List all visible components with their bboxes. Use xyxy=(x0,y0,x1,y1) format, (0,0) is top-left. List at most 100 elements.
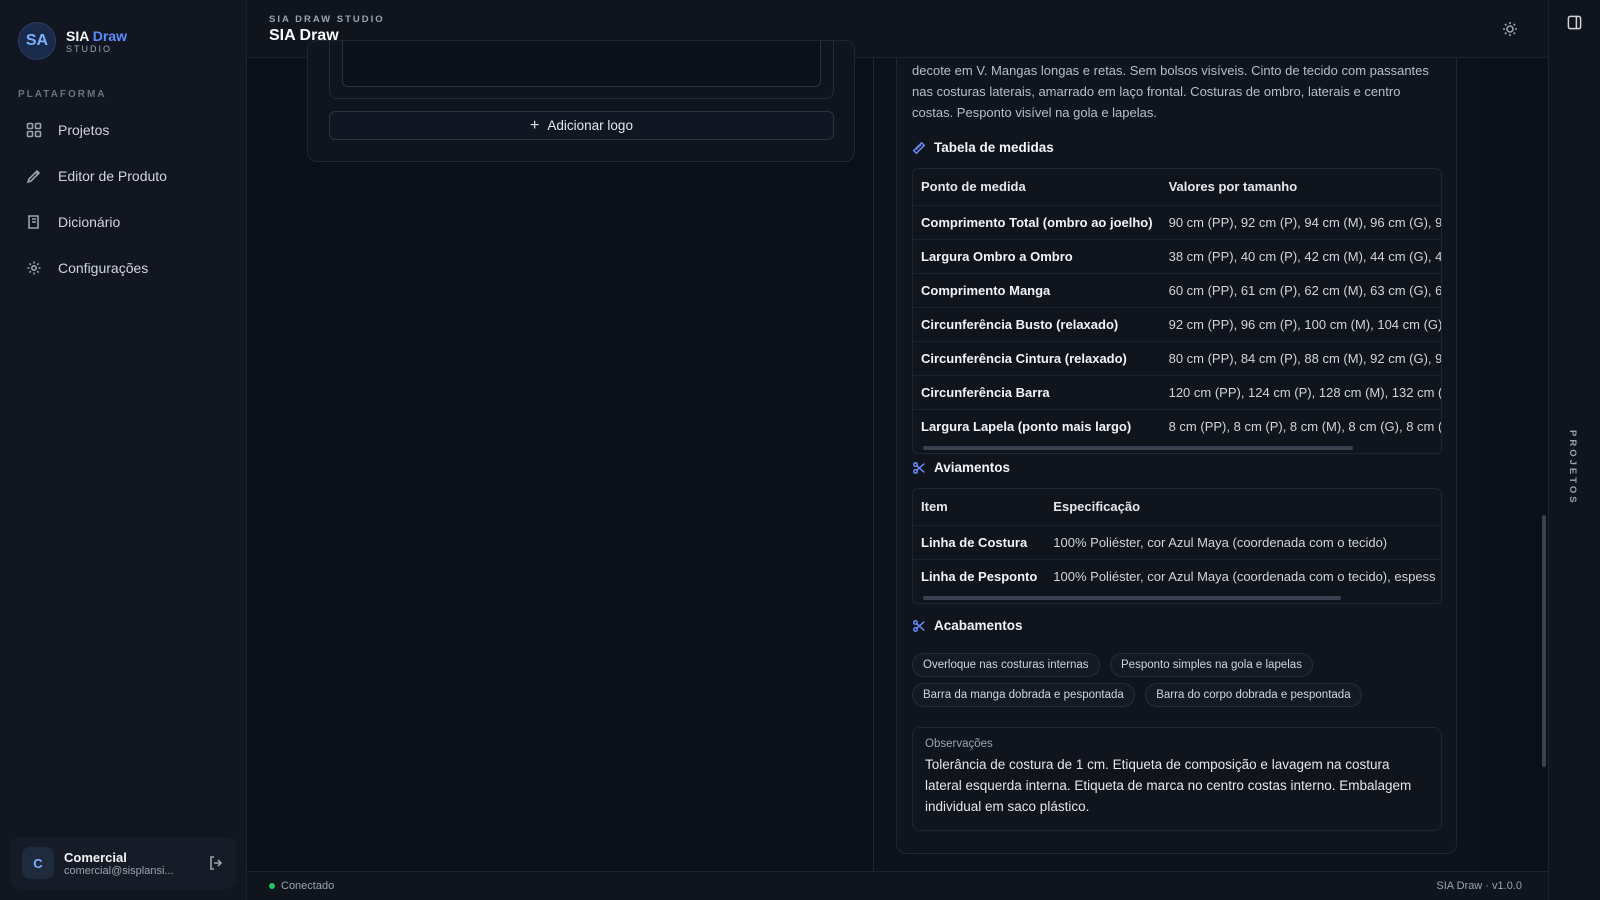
sidebar-nav: Projetos Editor de Produto Dicionário Co… xyxy=(16,113,231,297)
ruler-icon xyxy=(912,141,926,154)
column-header: Item xyxy=(921,499,948,515)
observations-label: Observações xyxy=(925,738,993,750)
measure-values: 38 cm (PP), 40 cm (P), 42 cm (M), 44 cm … xyxy=(1160,238,1441,273)
trims-section-title: Aviamentos xyxy=(912,460,1010,475)
avatar: C xyxy=(22,847,54,879)
measure-values: 90 cm (PP), 92 cm (P), 94 cm (M), 96 cm … xyxy=(1160,204,1441,239)
finish-chip: Barra da manga dobrada e pespontada xyxy=(912,683,1135,707)
finish-chip: Pesponto simples na gola e lapelas xyxy=(1110,653,1313,677)
measures-section-title: Tabela de medidas xyxy=(912,140,1054,155)
sidebar-item-dicionario[interactable]: Dicionário xyxy=(16,205,231,239)
plus-icon: + xyxy=(530,116,540,134)
column-header: Valores por tamanho xyxy=(1168,179,1298,195)
user-name: Comercial xyxy=(64,849,127,865)
user-card[interactable]: C Comercial comercial@sisplansi... xyxy=(10,837,236,889)
table-row: Linha de Costura 100% Poliéster, cor Azul… xyxy=(913,524,1441,559)
measure-values: 120 cm (PP), 124 cm (P), 128 cm (M), 132… xyxy=(1160,374,1441,409)
trim-item: Linha de Pesponto xyxy=(913,558,1046,593)
sidebar-item-label: Dicionário xyxy=(58,214,121,230)
brand-name: SIA Draw xyxy=(66,27,127,44)
observations-box: Observações Tolerância de costura de 1 c… xyxy=(912,727,1442,831)
brand-name-accent: Draw xyxy=(92,27,127,44)
status-bar: Conectado SIA Draw · v1.0.0 xyxy=(247,871,1548,900)
gear-icon xyxy=(27,261,41,275)
finish-chip: Overloque nas costuras internas xyxy=(912,653,1100,677)
brand-sub: STUDIO xyxy=(66,43,113,54)
finishes-title: Acabamentos xyxy=(934,618,1023,633)
table-row: Comprimento Total (ombro ao joelho) 90 cm… xyxy=(913,204,1441,239)
table-row: Linha de Pesponto 100% Poliéster, cor Azu… xyxy=(913,558,1441,593)
measure-values: 92 cm (PP), 96 cm (P), 100 cm (M), 104 c… xyxy=(1160,306,1441,341)
header-kicker: SIA DRAW STUDIO xyxy=(269,14,385,25)
sidebar-item-editor-de-produto[interactable]: Editor de Produto xyxy=(16,159,231,193)
brand[interactable]: SA SIA Draw STUDIO xyxy=(18,22,127,60)
page-scrollbar[interactable] xyxy=(1540,58,1548,871)
measure-values: 80 cm (PP), 84 cm (P), 88 cm (M), 92 cm … xyxy=(1160,340,1441,375)
logo-upload-area xyxy=(329,41,834,99)
table-row: Largura Lapela (ponto mais largo) 8 cm (P… xyxy=(913,408,1441,443)
logo-field[interactable] xyxy=(342,41,821,87)
add-logo-button[interactable]: + Adicionar logo xyxy=(329,111,834,140)
table-row: Comprimento Manga 60 cm (PP), 61 cm (P), … xyxy=(913,272,1441,307)
measure-point: Largura Ombro a Ombro xyxy=(913,238,1161,273)
status-dot-icon xyxy=(269,883,275,889)
table-row: Circunferência Barra 120 cm (PP), 124 cm … xyxy=(913,374,1441,409)
trims-scrollbar[interactable] xyxy=(913,593,1441,603)
add-logo-label: Adicionar logo xyxy=(547,118,633,133)
panel-toggle-icon[interactable] xyxy=(1567,15,1582,30)
measure-point: Circunferência Cintura (relaxado) xyxy=(913,340,1161,375)
measure-point: Comprimento Total (ombro ao joelho) xyxy=(913,204,1161,239)
measure-values: 8 cm (PP), 8 cm (P), 8 cm (M), 8 cm (G),… xyxy=(1160,408,1441,443)
brand-logo: SA xyxy=(18,22,56,60)
scrollbar-thumb[interactable] xyxy=(1542,515,1546,767)
logo-card: + Adicionar logo xyxy=(307,40,855,162)
measure-point: Circunferência Barra xyxy=(913,374,1161,409)
rail-label[interactable]: PROJETOS xyxy=(1567,430,1578,506)
trims-title: Aviamentos xyxy=(934,460,1011,475)
book-icon xyxy=(28,215,39,229)
sidebar-item-label: Projetos xyxy=(58,122,110,138)
table-row: Circunferência Busto (relaxado) 92 cm (PP… xyxy=(913,306,1441,341)
brand-name-main: SIA xyxy=(66,27,89,44)
finishes-section-title: Acabamentos xyxy=(912,618,1023,633)
trims-table[interactable]: Item Especificação Linha de Costura 100% … xyxy=(912,488,1442,604)
user-email: comercial@sisplansi... xyxy=(64,864,174,877)
product-description: decote em V. Mangas longas e retas. Sem … xyxy=(912,63,1429,120)
status-text: Conectado xyxy=(281,880,335,892)
trim-spec: 100% Poliéster, cor Azul Maya (coordenad… xyxy=(1045,558,1441,593)
projects-rail: PROJETOS xyxy=(1548,0,1600,900)
trim-spec: 100% Poliéster, cor Azul Maya (coordenad… xyxy=(1045,524,1441,559)
scrollbar-thumb[interactable] xyxy=(923,446,1353,450)
measures-table[interactable]: Ponto de medida Valores por tamanho Comp… xyxy=(912,168,1442,454)
grid-icon xyxy=(26,122,42,138)
product-detail-panel: decote em V. Mangas longas e retas. Sem … xyxy=(874,58,1480,871)
column-header: Especificação xyxy=(1053,499,1141,515)
measures-title: Tabela de medidas xyxy=(934,140,1054,155)
measure-point: Comprimento Manga xyxy=(913,272,1161,307)
connection-status: Conectado xyxy=(269,880,334,892)
scrollbar-thumb[interactable] xyxy=(923,596,1341,600)
scissors-icon xyxy=(913,619,925,632)
sun-icon[interactable] xyxy=(1502,21,1518,37)
measure-values: 60 cm (PP), 61 cm (P), 62 cm (M), 63 cm … xyxy=(1160,272,1441,307)
pen-tool-icon xyxy=(26,169,41,184)
table-row: Largura Ombro a Ombro 38 cm (PP), 40 cm (… xyxy=(913,238,1441,273)
observations-text: Tolerância de costura de 1 cm. Etiqueta … xyxy=(925,757,1412,814)
trim-item: Linha de Costura xyxy=(913,524,1046,559)
sidebar-item-label: Configurações xyxy=(58,260,149,276)
measures-scrollbar[interactable] xyxy=(913,443,1441,453)
scissors-icon xyxy=(913,461,925,474)
version-label: SIA Draw · v1.0.0 xyxy=(1436,880,1522,892)
measure-point: Largura Lapela (ponto mais largo) xyxy=(913,408,1161,443)
sidebar-item-configuracoes[interactable]: Configurações xyxy=(16,251,231,285)
sidebar-item-projetos[interactable]: Projetos xyxy=(16,113,231,147)
finishes-chips: Overloque nas costuras internas Pesponto… xyxy=(912,653,1442,713)
table-row: Circunferência Cintura (relaxado) 80 cm (… xyxy=(913,340,1441,375)
column-header: Ponto de medida xyxy=(921,179,1026,195)
measure-point: Circunferência Busto (relaxado) xyxy=(913,306,1161,341)
logout-icon[interactable] xyxy=(208,855,224,871)
nav-section-label: PLATAFORMA xyxy=(18,89,107,100)
sidebar-item-label: Editor de Produto xyxy=(58,168,167,184)
sidebar: SA SIA Draw STUDIO PLATAFORMA Projetos E… xyxy=(0,0,247,900)
finish-chip: Barra do corpo dobrada e pespontada xyxy=(1145,683,1362,707)
